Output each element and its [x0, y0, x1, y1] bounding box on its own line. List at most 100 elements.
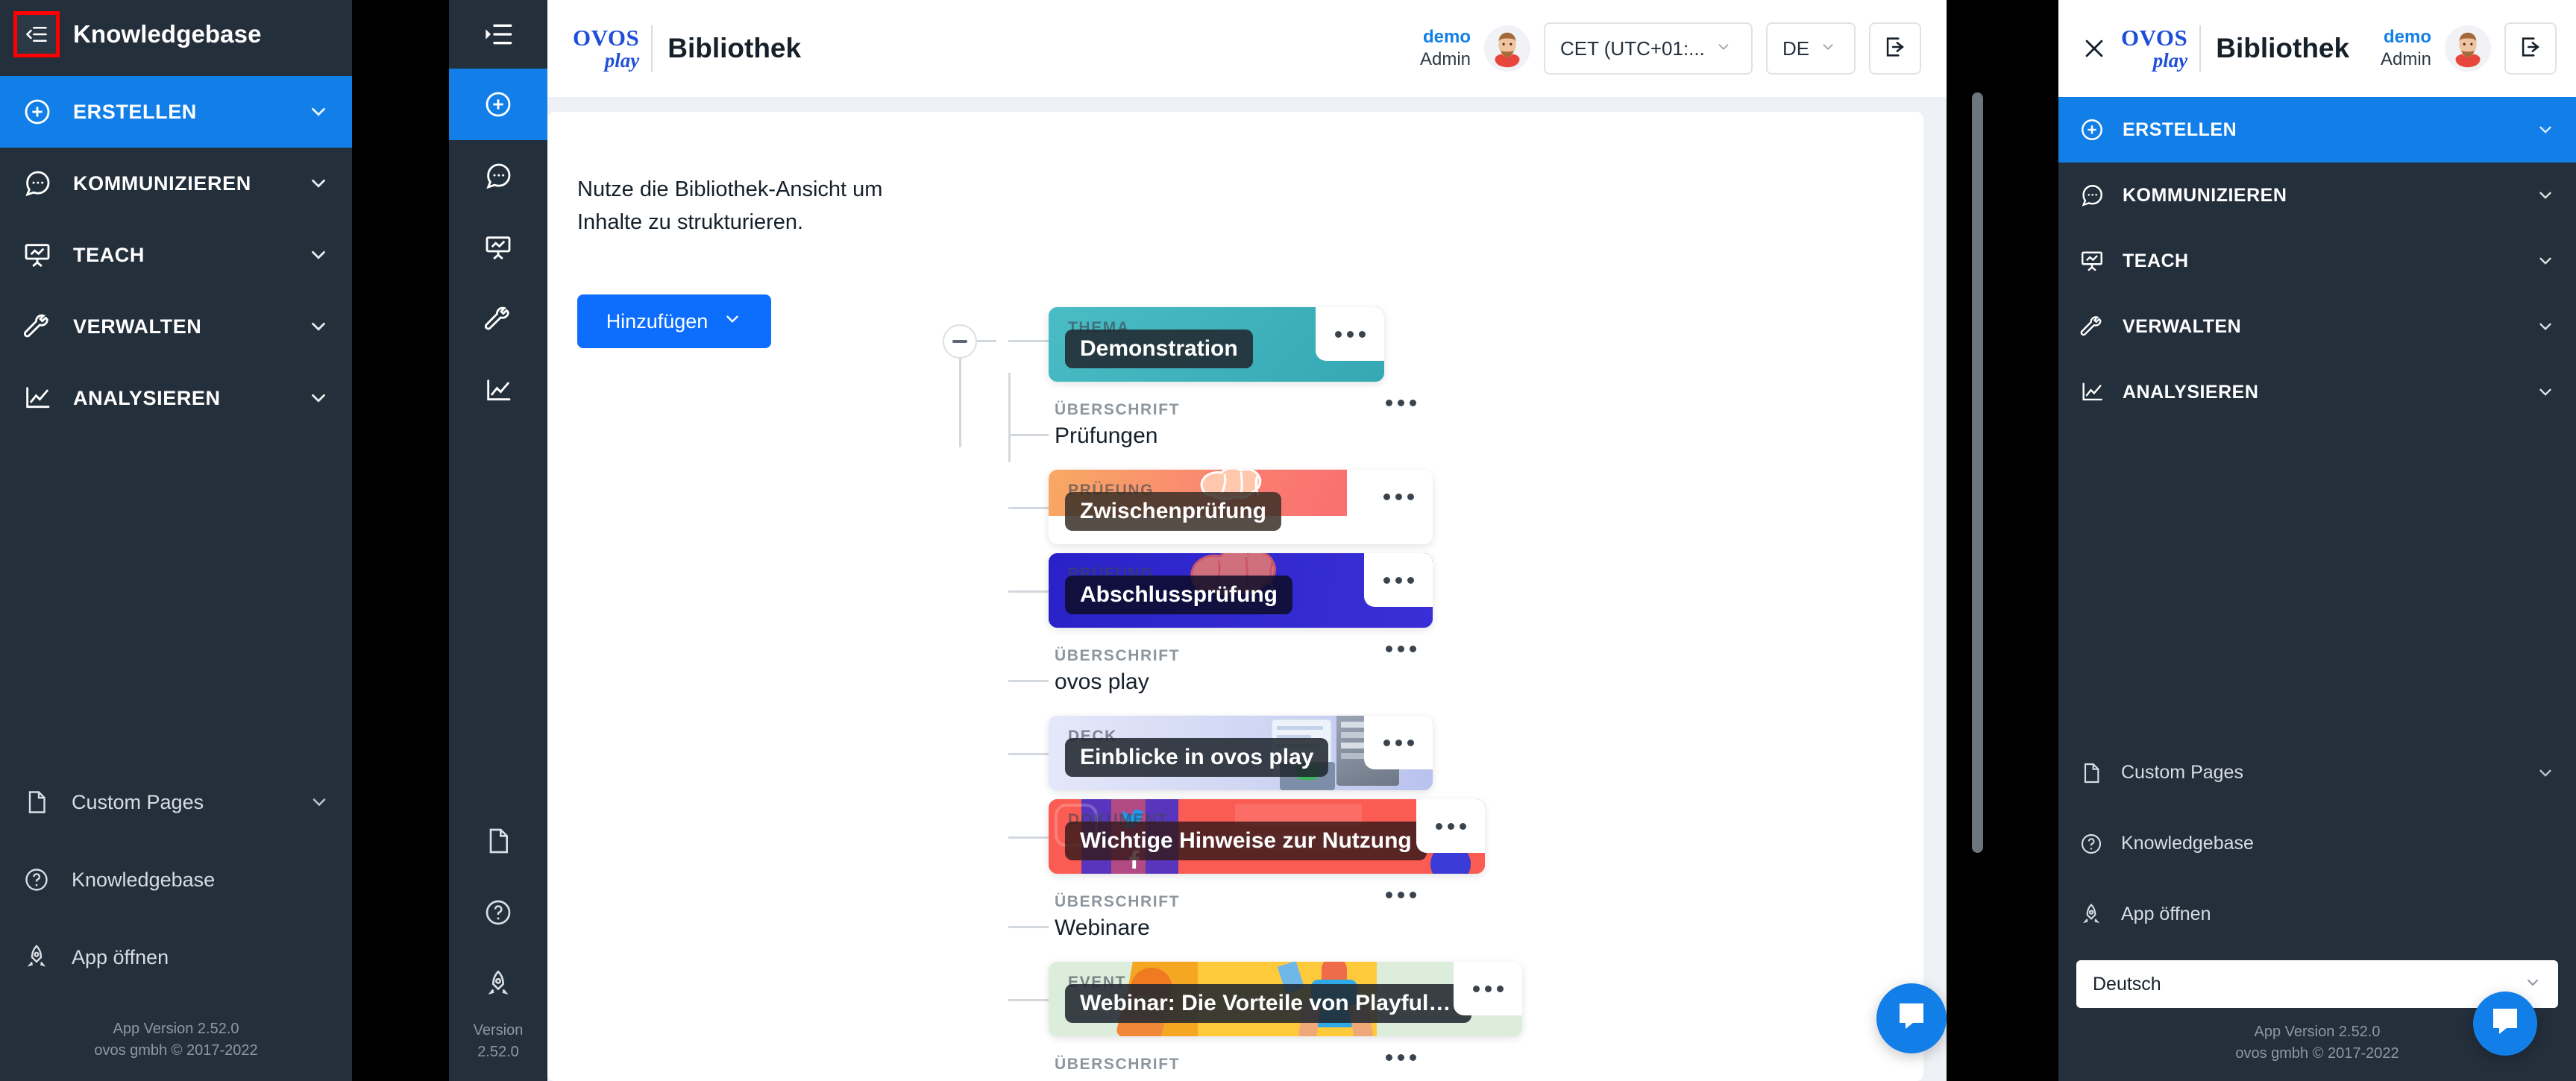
tree-row-dokument: DOKUMENT Wichtige Hinweise zur Nutzung — [996, 799, 1742, 874]
card-title: Demonstration — [1065, 330, 1253, 368]
rail-item-kommunizieren[interactable] — [449, 140, 547, 212]
card-pruefung-abschluss[interactable]: PRÜFUNG Abschlussprüfung — [1049, 553, 1433, 628]
right-nav-item-kommunizieren[interactable]: KOMMUNIZIEREN — [2058, 163, 2576, 228]
heading-item[interactable]: ÜBERSCHRIFT Prüfungen — [1049, 391, 1742, 468]
language-select[interactable]: DE — [1766, 22, 1856, 75]
help-circle-icon — [2078, 831, 2105, 857]
right-nav-item-analysieren[interactable]: ANALYSIEREN — [2058, 359, 2576, 425]
right-nav-item-verwalten[interactable]: VERWALTEN — [2058, 294, 2576, 359]
sidebar-item-custom-pages[interactable]: Custom Pages — [0, 763, 352, 841]
card-thema[interactable]: THEMA Demonstration — [1049, 307, 1384, 382]
chat-bubble-icon — [21, 167, 54, 200]
sidebar-item-label: ANALYSIEREN — [73, 386, 221, 409]
card-dokument[interactable]: DOKUMENT Wichtige Hinweise zur Nutzung — [1049, 799, 1485, 874]
right-panel-nav: ERSTELLEN KOMMUNIZIEREN TEACH VERWALTEN — [2058, 97, 2576, 425]
main-area: OVOS play Bibliothek demo Admin CET (UTC… — [547, 0, 1947, 1081]
heading-item[interactable]: ÜBERSCHRIFT Vertiefende Inhalte — [1049, 1045, 1742, 1081]
sidebar-item-teach[interactable]: TEACH — [0, 219, 352, 291]
rail-item-custom-pages[interactable] — [449, 805, 547, 877]
heading-more-options[interactable] — [1386, 646, 1416, 652]
header-actions: demo Admin CET (UTC+01:... DE — [1420, 22, 1921, 75]
presentation-icon — [2078, 247, 2106, 275]
chevron-down-icon — [2536, 120, 2555, 139]
rail-item-verwalten[interactable] — [449, 283, 547, 355]
right-nav-item-erstellen[interactable]: ERSTELLEN — [2058, 97, 2576, 163]
rail-item-app-oeffnen[interactable] — [449, 948, 547, 1020]
heading-more-options[interactable] — [1386, 400, 1416, 406]
chevron-down-icon — [2536, 251, 2555, 271]
add-button-label: Hinzufügen — [606, 309, 709, 333]
avatar[interactable] — [1484, 25, 1530, 72]
card-more-options[interactable] — [1364, 470, 1433, 523]
sidebar-item-analysieren[interactable]: ANALYSIEREN — [0, 362, 352, 434]
chevron-down-icon — [307, 315, 330, 338]
presentation-icon — [21, 239, 54, 271]
right-nav-item-teach[interactable]: TEACH — [2058, 228, 2576, 294]
card-event[interactable]: EVENT Webinar: Die Vorteile von Playful … — [1049, 962, 1522, 1036]
card-more-options[interactable] — [1316, 307, 1384, 361]
plus-circle-icon — [2078, 116, 2106, 144]
sidebar-item-knowledgebase[interactable]: Knowledgebase — [0, 841, 352, 918]
user-info[interactable]: demo Admin — [2381, 26, 2431, 71]
timezone-select[interactable]: CET (UTC+01:... — [1544, 22, 1753, 75]
right-nav-label: ERSTELLEN — [2123, 119, 2237, 140]
library-panel: Nutze die Bibliothek-Ansicht um Inhalte … — [547, 112, 1923, 1081]
intercom-launcher-right[interactable] — [2473, 992, 2537, 1056]
left-sidebar: Knowledgebase ERSTELLEN KOMMUNIZIEREN TE… — [0, 0, 352, 1081]
rail-version: Version 2.52.0 — [474, 1020, 524, 1081]
sidebar-item-kommunizieren[interactable]: KOMMUNIZIEREN — [0, 148, 352, 219]
heading-item[interactable]: ÜBERSCHRIFT ovos play — [1049, 637, 1742, 714]
heading-item[interactable]: ÜBERSCHRIFT Webinare — [1049, 883, 1742, 960]
right-nav-item-app-oeffnen[interactable]: App öffnen — [2058, 879, 2576, 950]
user-info[interactable]: demo Admin — [1420, 26, 1471, 71]
card-pruefung-zwischen[interactable]: PRÜFUNG Zwischenprüfung — [1049, 470, 1433, 544]
logout-button[interactable] — [1869, 22, 1921, 75]
chevron-down-icon — [2524, 974, 2542, 995]
logout-button[interactable] — [2504, 22, 2557, 75]
add-button[interactable]: Hinzufügen — [577, 294, 771, 348]
chevron-down-icon — [307, 244, 330, 266]
logout-icon — [2518, 34, 2543, 63]
version-line-1: App Version 2.52.0 — [113, 1021, 239, 1037]
card-more-options[interactable] — [1364, 553, 1433, 607]
sidebar-item-verwalten[interactable]: VERWALTEN — [0, 291, 352, 362]
sidebar-item-label: Knowledgebase — [72, 868, 216, 891]
avatar[interactable] — [2445, 25, 2491, 72]
heading-title: ovos play — [1055, 669, 1149, 694]
card-more-options[interactable] — [1454, 962, 1522, 1015]
card-more-options[interactable] — [1364, 716, 1433, 769]
app-root: Knowledgebase ERSTELLEN KOMMUNIZIEREN TE… — [0, 0, 2576, 1081]
sidebar-item-app-oeffnen[interactable]: App öffnen — [0, 918, 352, 996]
sidebar-nav: ERSTELLEN KOMMUNIZIEREN TEACH VERWALTEN … — [0, 76, 352, 434]
rail-item-knowledgebase[interactable] — [449, 877, 547, 948]
rail-item-teach[interactable] — [449, 212, 547, 283]
language-dropdown-value: Deutsch — [2093, 973, 2161, 995]
rail-menu-expand-button[interactable] — [449, 0, 547, 69]
rail-item-analysieren[interactable] — [449, 355, 547, 426]
card-more-options[interactable] — [1416, 799, 1485, 853]
collapse-tree-button[interactable] — [943, 324, 977, 359]
rail-item-erstellen[interactable] — [449, 69, 547, 140]
right-nav-item-custom-pages[interactable]: Custom Pages — [2058, 737, 2576, 808]
sidebar-item-erstellen[interactable]: ERSTELLEN — [0, 76, 352, 148]
rail-version-line-2: 2.52.0 — [477, 1044, 519, 1060]
logo-line-1: OVOS — [573, 25, 640, 51]
chevron-down-icon — [2536, 186, 2555, 205]
chevron-down-icon — [1715, 39, 1732, 59]
card-deck[interactable]: DECK Einblicke in ovos play — [1049, 716, 1433, 790]
close-icon[interactable] — [2075, 29, 2114, 68]
heading-type-label: ÜBERSCHRIFT — [1055, 401, 1181, 418]
menu-collapse-icon[interactable] — [13, 11, 60, 57]
right-nav-label: App öffnen — [2121, 904, 2211, 924]
intercom-chat-icon — [2487, 1004, 2523, 1044]
main-scrollbar[interactable] — [1972, 92, 1983, 853]
right-nav-item-knowledgebase[interactable]: Knowledgebase — [2058, 808, 2576, 879]
heading-type-label: ÜBERSCHRIFT — [1055, 647, 1181, 664]
minus-icon — [952, 340, 967, 343]
chevron-down-icon — [307, 101, 330, 123]
heading-more-options[interactable] — [1386, 892, 1416, 898]
tree-row-heading-pruefungen: ÜBERSCHRIFT Prüfungen — [996, 391, 1742, 468]
intercom-launcher-main[interactable] — [1876, 983, 1947, 1053]
card-title: Abschlussprüfung — [1065, 576, 1293, 614]
heading-more-options[interactable] — [1386, 1054, 1416, 1061]
